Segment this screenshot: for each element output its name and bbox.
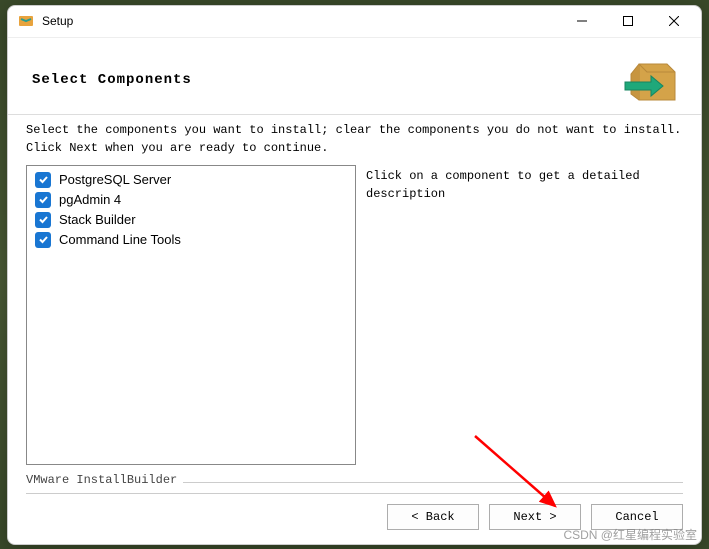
component-label: Command Line Tools (59, 232, 181, 247)
titlebar: Setup (8, 6, 701, 38)
back-button[interactable]: < Back (387, 504, 479, 530)
page-title: Select Components (32, 72, 192, 88)
component-item-stackbuilder[interactable]: Stack Builder (31, 210, 351, 230)
minimize-button[interactable] (559, 6, 605, 36)
window-title: Setup (42, 14, 559, 28)
component-list[interactable]: PostgreSQL Server pgAdmin 4 Stack Builde… (26, 165, 356, 465)
component-item-pgadmin[interactable]: pgAdmin 4 (31, 190, 351, 210)
header: Select Components (8, 38, 701, 114)
close-button[interactable] (651, 6, 697, 36)
footer: VMware InstallBuilder < Back Next > Canc… (8, 465, 701, 544)
component-label: Stack Builder (59, 212, 136, 227)
setup-window: Setup Select Components Select the compo… (7, 5, 702, 545)
component-item-postgresql[interactable]: PostgreSQL Server (31, 170, 351, 190)
component-label: PostgreSQL Server (59, 172, 171, 187)
checkbox-icon[interactable] (35, 212, 51, 228)
checkbox-icon[interactable] (35, 172, 51, 188)
button-row: < Back Next > Cancel (26, 504, 683, 530)
cancel-button[interactable]: Cancel (591, 504, 683, 530)
main-content: PostgreSQL Server pgAdmin 4 Stack Builde… (8, 165, 701, 465)
maximize-button[interactable] (605, 6, 651, 36)
checkbox-icon[interactable] (35, 232, 51, 248)
instruction-text: Select the components you want to instal… (8, 114, 701, 165)
component-label: pgAdmin 4 (59, 192, 121, 207)
app-icon (18, 13, 34, 29)
component-item-cli[interactable]: Command Line Tools (31, 230, 351, 250)
window-controls (559, 6, 697, 36)
package-icon (621, 56, 677, 104)
builder-label: VMware InstallBuilder (26, 473, 683, 494)
description-panel: Click on a component to get a detailed d… (366, 165, 683, 465)
checkbox-icon[interactable] (35, 192, 51, 208)
next-button[interactable]: Next > (489, 504, 581, 530)
